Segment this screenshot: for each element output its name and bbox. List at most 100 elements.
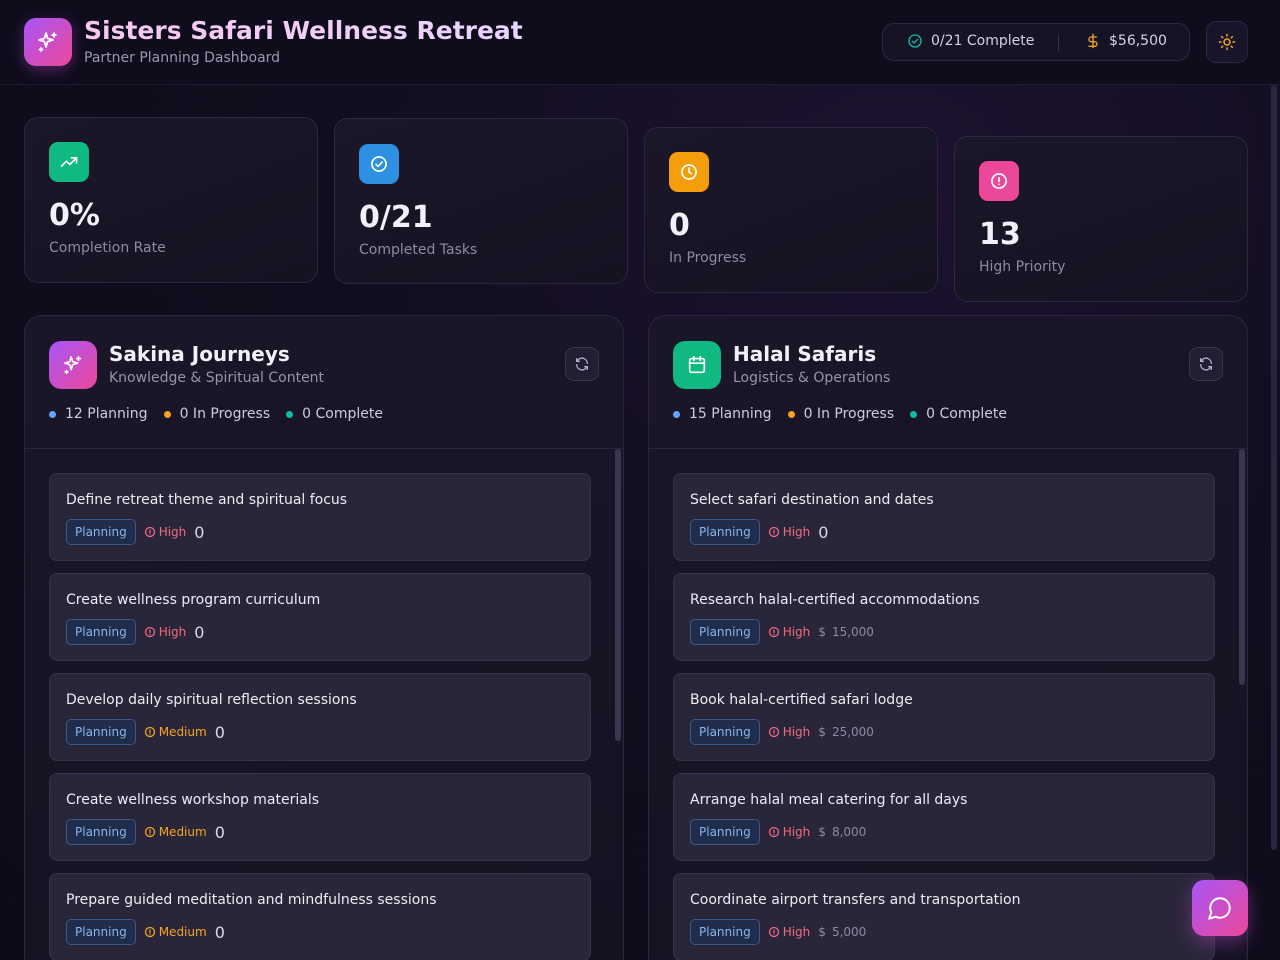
task-list-scrollbar[interactable] [615,449,621,960]
budget-total-text: $56,500 [1109,33,1167,49]
status-counts: 15 Planning 0 In Progress 0 Complete [673,406,1023,422]
task-card[interactable]: Arrange halal meal catering for all days… [673,773,1215,861]
stat-card-completed-tasks: 0/21 Completed Tasks [334,118,628,284]
task-card[interactable]: Create wellness workshop materials Plann… [49,773,591,861]
task-cost: $15,000 [818,625,874,639]
task-card[interactable]: Develop daily spiritual reflection sessi… [49,673,591,761]
priority-label: High [768,625,810,639]
app-title: Sisters Safari Wellness Retreat [84,16,523,45]
task-card[interactable]: Create wellness program curriculum Plann… [49,573,591,661]
stat-label: High Priority [979,259,1066,275]
task-card[interactable]: Book halal-certified safari lodge Planni… [673,673,1215,761]
stat-value: 13 [979,217,1021,252]
sparkles-icon [49,341,97,389]
status-badge[interactable]: Planning [66,619,136,645]
task-name: Select safari destination and dates [690,492,934,508]
priority-label: High [144,625,186,639]
task-name: Create wellness program curriculum [66,592,321,608]
scrollbar-thumb[interactable] [1239,449,1245,685]
task-card[interactable]: Select safari destination and dates Plan… [673,473,1215,561]
stat-value: 0% [49,198,100,233]
partner-name: Sakina Journeys [109,342,290,366]
alert-circle-icon [768,726,779,738]
priority-label: High [768,925,810,939]
status-badge[interactable]: Planning [690,719,760,745]
status-badge[interactable]: Planning [690,519,760,545]
task-cost: 0 [194,522,205,542]
alert-circle-icon [768,626,779,638]
header-summary: 0/21 Complete $56,500 [882,23,1190,61]
scrollbar-thumb[interactable] [615,449,621,741]
task-list: Select safari destination and dates Plan… [673,473,1215,960]
status-badge[interactable]: Planning [690,619,760,645]
status-counts: 12 Planning 0 In Progress 0 Complete [49,406,399,422]
partner-panel-sakina-journeys: Sakina Journeys Knowledge & Spiritual Co… [24,315,624,960]
dollar-icon: $ [818,725,826,739]
task-name: Coordinate airport transfers and transpo… [690,892,1021,908]
dollar-icon: $ [818,825,826,839]
task-list: Define retreat theme and spiritual focus… [49,473,591,960]
complete-summary-text: 0/21 Complete [931,33,1035,49]
task-cost: 0 [194,622,205,642]
count-in-progress: 0 In Progress [787,406,894,422]
count-in-progress: 0 In Progress [163,406,270,422]
alert-circle-icon [979,161,1019,201]
check-circle-icon [359,144,399,184]
alert-circle-icon [768,926,779,938]
task-name: Prepare guided meditation and mindfulnes… [66,892,437,908]
dollar-icon: $ [818,625,826,639]
task-card[interactable]: Coordinate airport transfers and transpo… [673,873,1215,960]
page-scrollbar[interactable] [1271,85,1277,850]
alert-circle-icon [144,826,155,838]
status-badge[interactable]: Planning [690,919,760,945]
theme-toggle-button[interactable] [1206,21,1248,63]
clock-icon [669,152,709,192]
priority-label: High [768,725,810,739]
divider [1058,34,1059,52]
refresh-button[interactable] [565,347,599,381]
status-badge[interactable]: Planning [66,819,136,845]
budget-summary: $56,500 [1085,33,1167,49]
refresh-button[interactable] [1189,347,1223,381]
stat-label: Completed Tasks [359,242,478,258]
task-card[interactable]: Prepare guided meditation and mindfulnes… [49,873,591,960]
complete-summary: 0/21 Complete [907,33,1034,49]
task-cost: 0 [214,722,225,742]
task-name: Arrange halal meal catering for all days [690,792,968,808]
task-card[interactable]: Define retreat theme and spiritual focus… [49,473,591,561]
panel-header: Halal Safaris Logistics & Operations 15 … [649,316,1247,449]
stat-value: 0/21 [359,200,433,235]
chat-button[interactable] [1192,880,1248,936]
task-name: Research halal-certified accommodations [690,592,980,608]
count-complete: 0 Complete [286,406,383,422]
count-complete: 0 Complete [910,406,1007,422]
check-circle-icon [908,34,922,48]
alert-circle-icon [144,626,155,638]
count-planning: 15 Planning [673,406,772,422]
priority-label: Medium [144,825,207,839]
stat-label: In Progress [669,250,747,266]
calendar-icon [673,341,721,389]
alert-circle-icon [768,526,779,538]
status-badge[interactable]: Planning [66,519,136,545]
stat-label: Completion Rate [49,240,166,256]
status-badge[interactable]: Planning [66,919,136,945]
partner-panel-halal-safaris: Halal Safaris Logistics & Operations 15 … [648,315,1248,960]
sun-icon [1218,33,1236,51]
partner-role: Knowledge & Spiritual Content [109,370,325,386]
task-cost: $25,000 [818,725,874,739]
status-badge[interactable]: Planning [690,819,760,845]
priority-label: Medium [144,725,207,739]
priority-label: High [144,525,186,539]
task-cost: 0 [214,922,225,942]
alert-circle-icon [144,726,155,738]
task-name: Book halal-certified safari lodge [690,692,913,708]
task-card[interactable]: Research halal-certified accommodations … [673,573,1215,661]
priority-label: Medium [144,925,207,939]
status-badge[interactable]: Planning [66,719,136,745]
stat-card-completion-rate: 0% Completion Rate [24,117,318,283]
task-cost: $5,000 [818,925,867,939]
stat-card-in-progress: 0 In Progress [644,127,938,293]
stat-value: 0 [669,208,690,243]
priority-label: High [768,825,810,839]
